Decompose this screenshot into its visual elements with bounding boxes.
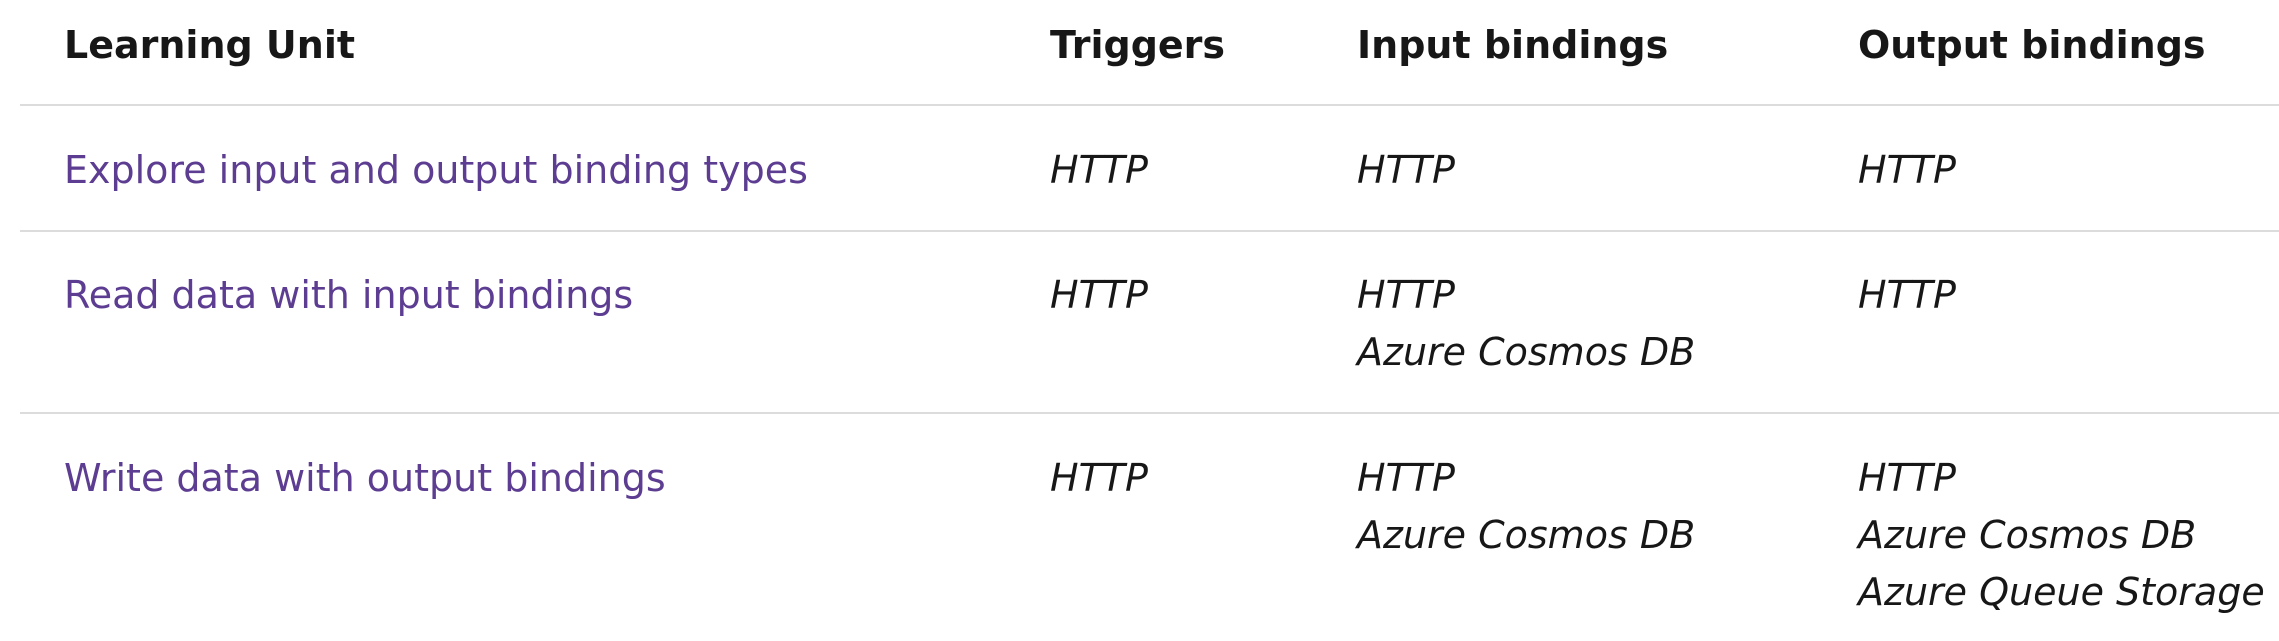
input-binding: Azure Cosmos DB — [1357, 513, 1696, 557]
header-triggers: Triggers — [1050, 23, 1226, 67]
input-binding: Azure Cosmos DB — [1357, 330, 1696, 374]
input-bindings-cell: HTTP Azure Cosmos DB — [1357, 450, 1695, 564]
row-divider — [20, 230, 2279, 232]
output-bindings-cell: HTTP — [1858, 267, 1956, 324]
input-binding: HTTP — [1357, 148, 1455, 192]
trigger-cell: HTTP — [1050, 456, 1148, 500]
header-output-bindings: Output bindings — [1858, 23, 2206, 67]
output-binding: Azure Cosmos DB — [1858, 513, 2197, 557]
output-bindings-cell: HTTP Azure Cosmos DB Azure Queue Storage — [1858, 450, 2265, 621]
learning-unit-link[interactable]: Read data with input bindings — [64, 267, 633, 324]
trigger-cell: HTTP — [1050, 148, 1148, 192]
learning-unit-link[interactable]: Explore input and output binding types — [64, 142, 808, 199]
input-binding: HTTP — [1357, 456, 1455, 500]
bindings-table: Learning Unit Triggers Input bindings Ou… — [0, 0, 2279, 641]
input-bindings-cell: HTTP — [1357, 142, 1455, 199]
output-bindings-cell: HTTP — [1858, 142, 1956, 199]
input-bindings-cell: HTTP Azure Cosmos DB — [1357, 267, 1695, 381]
output-binding: HTTP — [1858, 456, 1956, 500]
output-binding: HTTP — [1858, 273, 1956, 317]
header-learning-unit: Learning Unit — [64, 23, 356, 67]
output-binding: Azure Queue Storage — [1858, 570, 2265, 614]
trigger-cell: HTTP — [1050, 273, 1148, 317]
header-divider — [20, 104, 2279, 106]
row-divider — [20, 412, 2279, 414]
header-input-bindings: Input bindings — [1357, 23, 1669, 67]
input-binding: HTTP — [1357, 273, 1455, 317]
learning-unit-link[interactable]: Write data with output bindings — [64, 450, 666, 507]
output-binding: HTTP — [1858, 148, 1956, 192]
